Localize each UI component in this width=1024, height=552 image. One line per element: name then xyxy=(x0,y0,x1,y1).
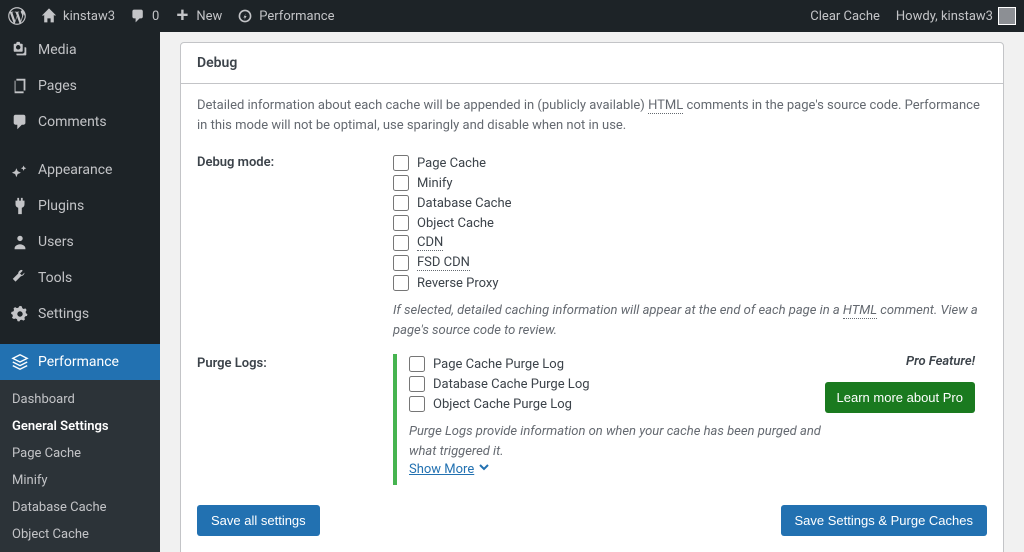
save-purge-button[interactable]: Save Settings & Purge Caches xyxy=(781,505,988,536)
pages-icon xyxy=(10,76,30,96)
sidebar-item-label: Tools xyxy=(38,270,72,286)
check-fsd-cdn[interactable]: FSD CDN xyxy=(393,253,987,273)
pro-feature-tag: Pro Feature! xyxy=(906,354,975,369)
submenu-dashboard[interactable]: Dashboard xyxy=(0,386,160,413)
html-abbr: HTML xyxy=(648,98,683,114)
debug-mode-row: Debug mode: Page Cache Minify Database C… xyxy=(197,153,987,340)
show-more-link[interactable]: Show More xyxy=(409,461,490,477)
performance-label: Performance xyxy=(259,9,334,24)
purge-box: Pro Feature! Learn more about Pro Page C… xyxy=(393,354,987,485)
checkbox-page-cache-purge[interactable] xyxy=(409,356,425,372)
learn-more-pro-button[interactable]: Learn more about Pro xyxy=(825,382,975,413)
comments-count: 0 xyxy=(152,9,159,24)
chevron-down-icon xyxy=(478,461,490,477)
new-link[interactable]: New xyxy=(173,7,222,25)
site-link[interactable]: kinstaw3 xyxy=(40,7,115,25)
performance-link[interactable]: Performance xyxy=(236,7,334,25)
comments-icon xyxy=(10,112,30,132)
sidebar-item-media[interactable]: Media xyxy=(0,32,160,68)
checkbox-page-cache[interactable] xyxy=(393,155,409,171)
submenu-object-cache[interactable]: Object Cache xyxy=(0,521,160,548)
debug-panel: Debug Detailed information about each ca… xyxy=(180,42,1004,552)
debug-hint: If selected, detailed caching informatio… xyxy=(393,301,987,340)
submenu-browser-cache[interactable]: Browser Cache xyxy=(0,548,160,552)
comments-link[interactable]: 0 xyxy=(129,7,159,25)
sidebar-item-tools[interactable]: Tools xyxy=(0,260,160,296)
appearance-icon xyxy=(10,160,30,180)
sidebar-item-label: Media xyxy=(38,42,77,58)
check-minify[interactable]: Minify xyxy=(393,173,987,193)
sidebar-item-label: Users xyxy=(38,234,74,250)
purge-logs-label: Purge Logs: xyxy=(197,354,377,371)
performance-icon xyxy=(236,7,254,25)
checkbox-database-cache[interactable] xyxy=(393,195,409,211)
panel-description: Detailed information about each cache wi… xyxy=(197,96,987,135)
checkbox-reverse-proxy[interactable] xyxy=(393,275,409,291)
sidebar-item-label: Comments xyxy=(38,114,107,130)
debug-mode-label: Debug mode: xyxy=(197,153,377,170)
users-icon xyxy=(10,232,30,252)
wp-logo[interactable] xyxy=(8,7,26,25)
submenu-minify[interactable]: Minify xyxy=(0,467,160,494)
action-buttons: Save all settings Save Settings & Purge … xyxy=(197,505,987,536)
howdy-link[interactable]: Howdy, kinstaw3 xyxy=(896,7,1016,25)
submenu-general-settings[interactable]: General Settings xyxy=(0,413,160,440)
checkbox-fsd-cdn[interactable] xyxy=(393,255,409,271)
sidebar-item-label: Appearance xyxy=(38,162,112,178)
check-page-cache-purge[interactable]: Page Cache Purge Log xyxy=(409,354,975,374)
check-database-cache[interactable]: Database Cache xyxy=(393,193,987,213)
tools-icon xyxy=(10,268,30,288)
clear-cache-link[interactable]: Clear Cache xyxy=(810,9,880,24)
sidebar-item-label: Pages xyxy=(38,78,77,94)
sidebar-item-label: Settings xyxy=(38,306,89,322)
sidebar-item-plugins[interactable]: Plugins xyxy=(0,188,160,224)
sidebar-item-users[interactable]: Users xyxy=(0,224,160,260)
media-icon xyxy=(10,40,30,60)
admin-topbar: kinstaw3 0 New Performance Clear Cache H… xyxy=(0,0,1024,32)
sidebar-item-label: Plugins xyxy=(38,198,84,214)
check-cdn[interactable]: CDN xyxy=(393,233,987,253)
settings-icon xyxy=(10,304,30,324)
wordpress-icon xyxy=(8,7,26,25)
comment-icon xyxy=(129,7,147,25)
performance-submenu: Dashboard General Settings Page Cache Mi… xyxy=(0,380,160,552)
home-icon xyxy=(40,7,58,25)
howdy-text: Howdy, kinstaw3 xyxy=(896,9,993,24)
checkbox-object-cache[interactable] xyxy=(393,215,409,231)
purge-hint: Purge Logs provide information on when y… xyxy=(409,422,829,461)
sidebar-item-appearance[interactable]: Appearance xyxy=(0,152,160,188)
sidebar-item-settings[interactable]: Settings xyxy=(0,296,160,332)
check-object-cache[interactable]: Object Cache xyxy=(393,213,987,233)
sidebar-item-pages[interactable]: Pages xyxy=(0,68,160,104)
check-page-cache[interactable]: Page Cache xyxy=(393,153,987,173)
plugins-icon xyxy=(10,196,30,216)
content-area: Debug Detailed information about each ca… xyxy=(160,32,1024,552)
checkbox-minify[interactable] xyxy=(393,175,409,191)
submenu-page-cache[interactable]: Page Cache xyxy=(0,440,160,467)
checkbox-cdn[interactable] xyxy=(393,235,409,251)
save-all-button[interactable]: Save all settings xyxy=(197,505,320,536)
new-label: New xyxy=(196,9,222,24)
site-name: kinstaw3 xyxy=(63,9,115,24)
avatar xyxy=(998,7,1016,25)
sidebar-item-performance[interactable]: Performance xyxy=(0,344,160,380)
panel-title: Debug xyxy=(181,43,1003,84)
sidebar-item-comments[interactable]: Comments xyxy=(0,104,160,140)
plus-icon xyxy=(173,7,191,25)
check-reverse-proxy[interactable]: Reverse Proxy xyxy=(393,273,987,293)
purge-logs-row: Purge Logs: Pro Feature! Learn more abou… xyxy=(197,354,987,485)
performance-menu-icon xyxy=(10,352,30,372)
checkbox-object-cache-purge[interactable] xyxy=(409,396,425,412)
checkbox-database-cache-purge[interactable] xyxy=(409,376,425,392)
submenu-database-cache[interactable]: Database Cache xyxy=(0,494,160,521)
admin-sidebar: Media Pages Comments Appearance Plugins … xyxy=(0,32,160,552)
sidebar-item-label: Performance xyxy=(38,354,119,370)
